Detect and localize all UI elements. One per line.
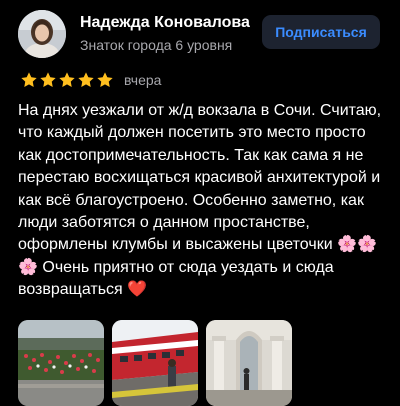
rating-stars xyxy=(20,71,114,89)
subscribe-button[interactable]: Подписаться xyxy=(262,15,380,49)
review-text: На днях уезжали от ж/д вокзала в Сочи. С… xyxy=(18,102,382,299)
review-card: Надежда Коновалова Знаток города 6 уровн… xyxy=(0,0,400,406)
star-icon xyxy=(40,72,56,87)
red-train-photo[interactable] xyxy=(112,320,198,406)
star-icon xyxy=(78,72,94,87)
star-icon xyxy=(21,72,37,87)
review-header: Надежда Коновалова Знаток города 6 уровн… xyxy=(18,9,382,59)
rating-row: вчера xyxy=(20,70,161,90)
star-icon xyxy=(97,72,113,87)
review-photos xyxy=(18,320,292,406)
star-icon xyxy=(59,72,75,87)
review-date: вчера xyxy=(124,72,162,88)
flower-bed-photo[interactable] xyxy=(18,320,104,406)
author-avatar[interactable] xyxy=(18,10,66,58)
station-colonnade-photo[interactable] xyxy=(206,320,292,406)
